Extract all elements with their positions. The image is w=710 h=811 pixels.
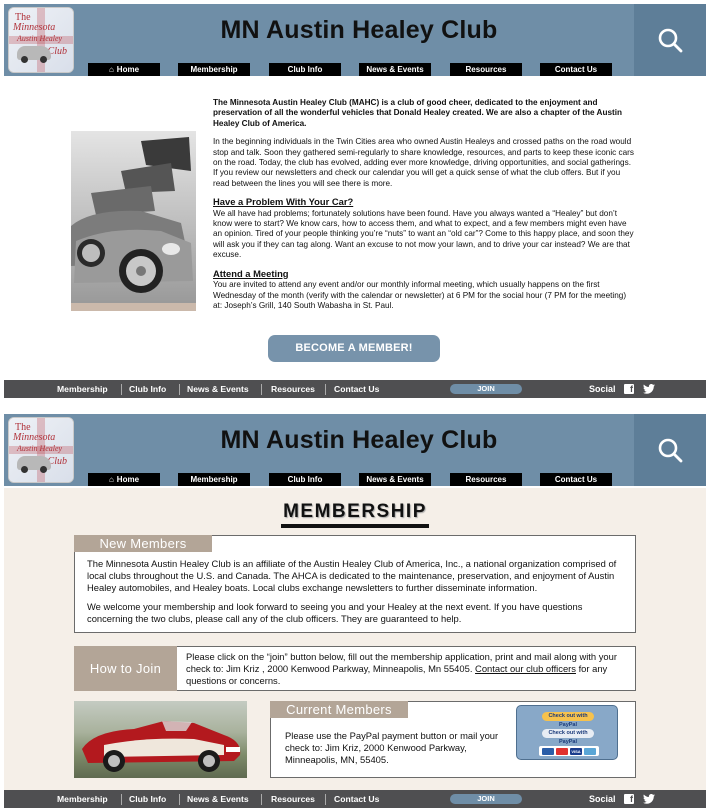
- contact-officers-link[interactable]: Contact our club officers: [475, 663, 576, 674]
- classic-cars-photo: [71, 131, 196, 311]
- mastercard-icon: [556, 747, 568, 755]
- nav-contact-us[interactable]: Contact Us: [540, 63, 612, 76]
- new-members-paragraph: The Minnesota Austin Healey Club is an a…: [87, 558, 617, 593]
- twitter-icon[interactable]: [643, 794, 655, 804]
- new-members-box: New Members The Minnesota Austin Healey …: [74, 535, 636, 633]
- visa-icon: VISA: [570, 747, 582, 755]
- nav-membership[interactable]: Membership: [178, 473, 250, 486]
- logo-car-graphic: [17, 46, 51, 63]
- home-content: The Minnesota Austin Healey Club (MAHC) …: [4, 76, 706, 378]
- home-icon: ⌂: [108, 65, 114, 74]
- nav-club-info[interactable]: Club Info: [269, 473, 341, 486]
- meeting-heading: Attend a Meeting: [213, 267, 289, 279]
- facebook-icon[interactable]: f: [624, 384, 634, 394]
- intro-paragraph: In the beginning individuals in the Twin…: [213, 137, 634, 188]
- site-header: The Minnesota Austin Healey Club MN Aust…: [4, 414, 706, 486]
- site-header: The Minnesota Austin Healey Club MN Aust…: [4, 4, 706, 76]
- facebook-icon[interactable]: f: [624, 794, 634, 804]
- nav-membership[interactable]: Membership: [178, 63, 250, 76]
- paypal-checkout-button[interactable]: Check out with PayPal: [542, 729, 594, 745]
- nav-label: Home: [116, 65, 140, 74]
- nav-club-info[interactable]: Club Info: [269, 63, 341, 76]
- social-label: Social: [589, 384, 616, 394]
- search-button[interactable]: [634, 4, 706, 76]
- footer-link-contact-us[interactable]: Contact Us: [334, 790, 379, 808]
- footer-join-button[interactable]: JOIN: [450, 794, 522, 804]
- how-to-join-text: Please click on the “join” button below,…: [186, 651, 628, 686]
- footer-link-resources[interactable]: Resources: [271, 790, 315, 808]
- footer-divider: [179, 794, 180, 805]
- logo-text: Minnesota: [13, 22, 56, 33]
- footer-link-club-info[interactable]: Club Info: [129, 790, 166, 808]
- footer-link-news-events[interactable]: News & Events: [187, 380, 249, 398]
- current-members-box: Current Members Please use the PayPal pa…: [270, 701, 636, 778]
- how-to-join-box: How to Join Please click on the “join” b…: [74, 646, 636, 691]
- current-members-text: Please use the PayPal payment button or …: [285, 730, 499, 765]
- home-icon: ⌂: [108, 475, 114, 484]
- paypal-panel: Check out with PayPal Check out with Pay…: [516, 705, 618, 760]
- footer-link-resources[interactable]: Resources: [271, 380, 315, 398]
- site-title: MN Austin Healey Club: [220, 426, 498, 454]
- site-footer: Membership Club Info News & Events Resou…: [4, 380, 706, 398]
- cars-illustration: [71, 137, 193, 293]
- search-button[interactable]: [634, 414, 706, 486]
- how-to-join-label: How to Join: [74, 646, 177, 691]
- footer-divider: [179, 384, 180, 395]
- logo-text: Austin Healey: [17, 444, 63, 453]
- red-car-illustration: [82, 721, 241, 772]
- logo-car-graphic: [17, 456, 51, 473]
- new-members-label: New Members: [74, 535, 212, 552]
- footer-divider: [261, 794, 262, 805]
- nav-contact-us[interactable]: Contact Us: [540, 473, 612, 486]
- footer-link-club-info[interactable]: Club Info: [129, 380, 166, 398]
- footer-divider: [325, 384, 326, 395]
- page-title: MEMBERSHIP: [4, 501, 706, 528]
- problem-heading: Have a Problem With Your Car?: [213, 196, 354, 208]
- problem-paragraph: We all have had problems; fortunately so…: [213, 208, 634, 260]
- footer-join-button[interactable]: JOIN: [450, 384, 522, 394]
- become-member-button[interactable]: BECOME A MEMBER!: [268, 335, 440, 362]
- card-icon: [542, 747, 554, 755]
- logo-text: Minnesota: [13, 432, 56, 443]
- nav-resources[interactable]: Resources: [450, 63, 522, 76]
- footer-link-contact-us[interactable]: Contact Us: [334, 380, 379, 398]
- intro-text: The Minnesota Austin Healey Club (MAHC) …: [213, 98, 637, 319]
- nav-news-events[interactable]: News & Events: [359, 63, 431, 76]
- footer-link-membership[interactable]: Membership: [57, 380, 108, 398]
- footer-link-membership[interactable]: Membership: [57, 790, 108, 808]
- footer-divider: [121, 384, 122, 395]
- current-members-label: Current Members: [270, 701, 408, 718]
- amex-icon: [584, 747, 596, 755]
- site-title: MN Austin Healey Club: [220, 16, 498, 44]
- intro-lead: The Minnesota Austin Healey Club (MAHC) …: [213, 98, 623, 128]
- twitter-icon[interactable]: [643, 384, 655, 394]
- nav-home[interactable]: ⌂ Home: [88, 63, 160, 76]
- search-icon: [658, 438, 683, 463]
- footer-divider: [121, 794, 122, 805]
- membership-content: MEMBERSHIP New Members The Minnesota Aus…: [4, 488, 706, 790]
- nav-label: Home: [116, 475, 140, 484]
- footer-link-news-events[interactable]: News & Events: [187, 790, 249, 808]
- nav-home[interactable]: ⌂ Home: [88, 473, 160, 486]
- main-nav: ⌂ Home Membership Club Info News & Events…: [4, 473, 634, 486]
- nav-resources[interactable]: Resources: [450, 473, 522, 486]
- new-members-text: The Minnesota Austin Healey Club is an a…: [87, 558, 627, 625]
- payment-cards: VISA: [539, 746, 599, 756]
- red-healey-photo: [74, 701, 247, 778]
- footer-divider: [261, 384, 262, 395]
- footer-divider: [325, 794, 326, 805]
- paypal-checkout-button[interactable]: Check out with PayPal: [542, 712, 594, 728]
- meeting-paragraph: You are invited to attend any event and/…: [213, 280, 627, 310]
- logo-text: Austin Healey: [17, 34, 63, 43]
- new-members-paragraph: We welcome your membership and look forw…: [87, 601, 583, 625]
- site-footer: Membership Club Info News & Events Resou…: [4, 790, 706, 808]
- page-title-text: MEMBERSHIP: [281, 501, 429, 528]
- nav-news-events[interactable]: News & Events: [359, 473, 431, 486]
- social-label: Social: [589, 794, 616, 804]
- main-nav: ⌂ Home Membership Club Info News & Events…: [4, 63, 634, 76]
- search-icon: [658, 28, 683, 53]
